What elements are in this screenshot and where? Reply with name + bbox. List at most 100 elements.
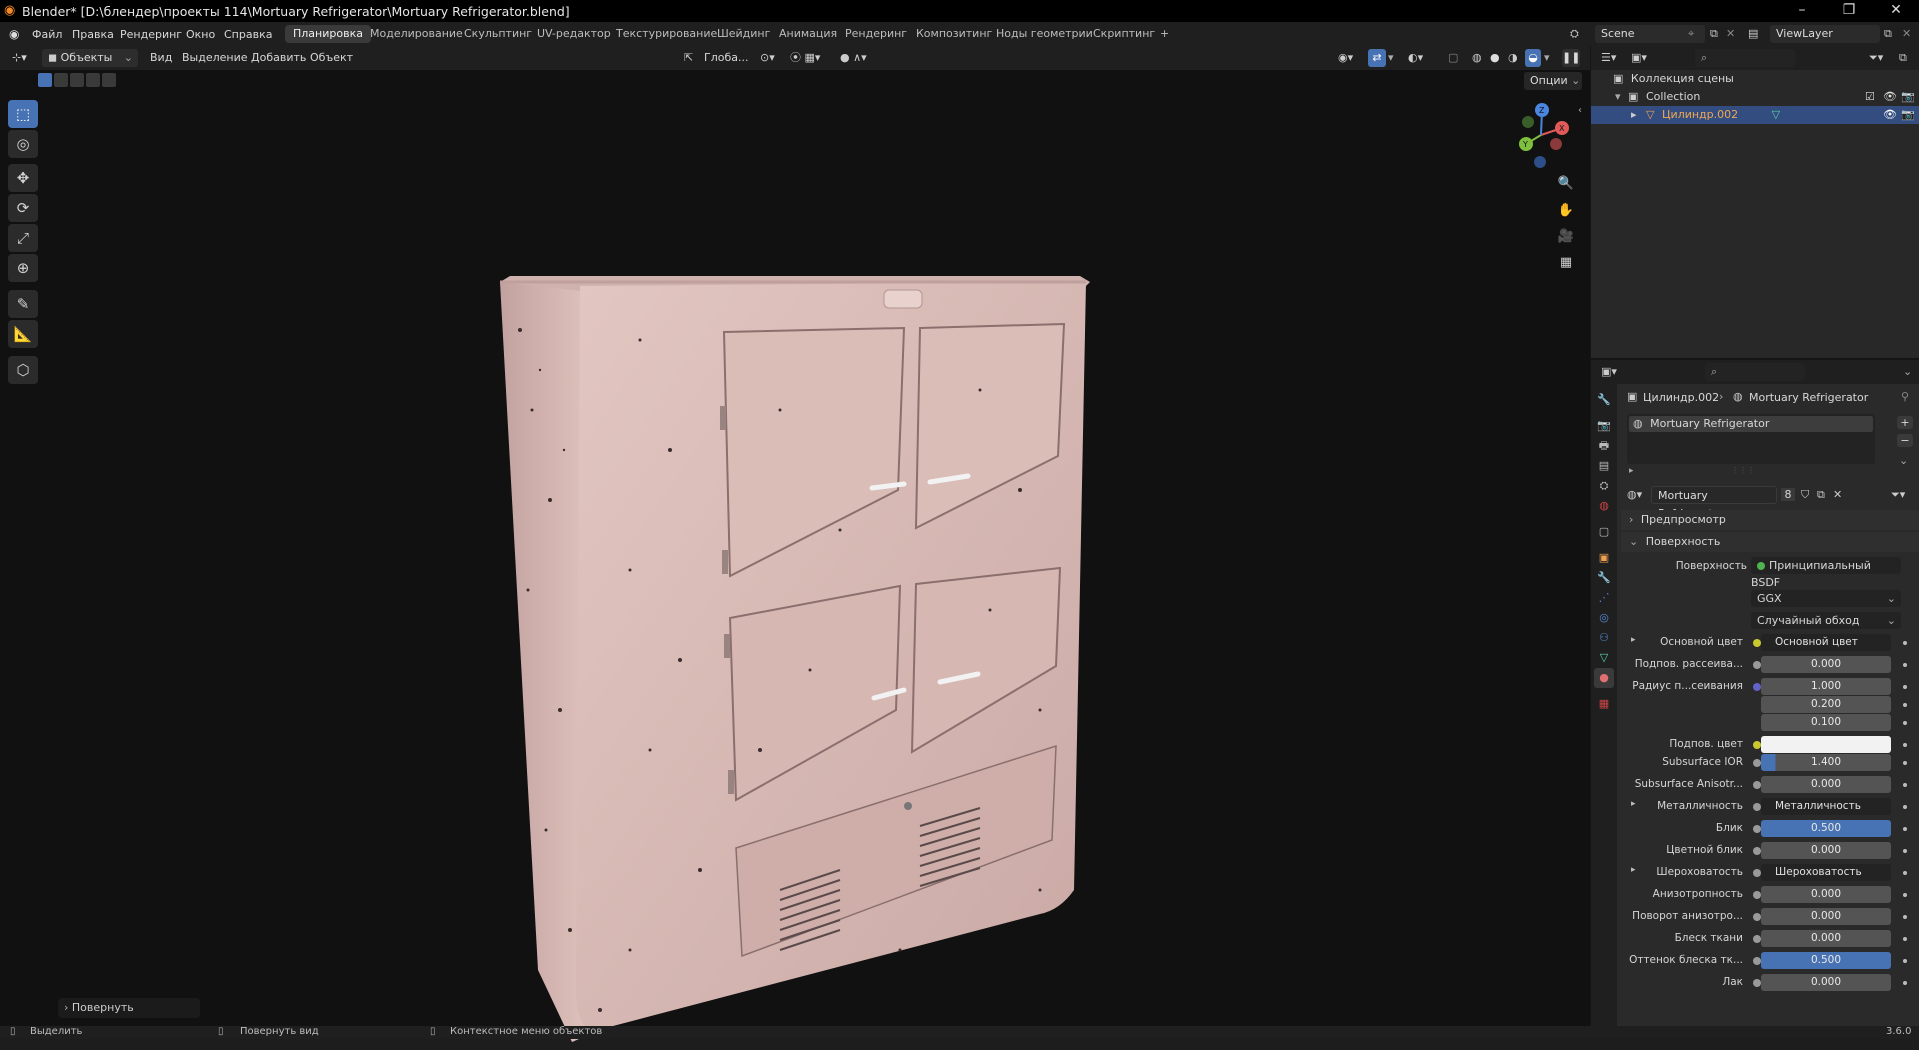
menu-object[interactable]: Объект <box>310 49 353 67</box>
tab-physics[interactable]: ◎ <box>1594 608 1614 628</box>
overlays-icon[interactable]: ◐▾ <box>1408 49 1423 67</box>
view-layer-icon[interactable]: ▤ <box>1748 27 1758 40</box>
user-count-badge[interactable]: 8 <box>1781 488 1795 501</box>
view-layer-selector[interactable]: ViewLayer <box>1770 25 1880 43</box>
rendered-shading-icon[interactable]: ◒ <box>1525 49 1541 67</box>
keyframe-dot-icon[interactable] <box>1903 805 1907 809</box>
pin-icon[interactable]: ⚲ <box>1901 390 1909 403</box>
number-field[interactable]: 0.000 <box>1761 886 1891 903</box>
input-socket-icon[interactable] <box>1753 781 1761 789</box>
gizmo-toggle-icon[interactable]: ⇄ <box>1368 49 1386 67</box>
new-collection-icon[interactable]: ⧉ <box>1899 51 1907 65</box>
keyframe-dot-icon[interactable] <box>1903 761 1907 765</box>
keyframe-dot-icon[interactable] <box>1903 827 1907 831</box>
number-field[interactable]: 0.000 <box>1761 776 1891 793</box>
material-slot-item[interactable]: ◍ Mortuary Refrigerator <box>1629 416 1873 432</box>
tab-scene[interactable]: ⛭ <box>1594 476 1614 496</box>
duplicate-material-icon[interactable]: ⧉ <box>1817 488 1825 502</box>
tab-view-layer[interactable]: ▤ <box>1594 456 1614 476</box>
distribution-dropdown[interactable]: GGX ⌄ <box>1751 590 1901 607</box>
navigation-gizmo[interactable]: X Y Z <box>1506 100 1576 170</box>
keyframe-dot-icon[interactable] <box>1903 893 1907 897</box>
outliner-editor-icon[interactable]: ☰▾ <box>1601 51 1616 64</box>
input-socket-icon[interactable] <box>1753 639 1761 647</box>
menu-select[interactable]: Выделение <box>182 49 248 67</box>
number-field[interactable]: 0.100 <box>1761 714 1891 731</box>
surface-panel-header[interactable]: ⌄ Поверхность <box>1621 532 1919 552</box>
restore-button[interactable]: ❐ <box>1829 2 1869 18</box>
material-preview-icon[interactable]: ◑ <box>1508 49 1518 67</box>
select-extend-icon[interactable] <box>54 73 68 87</box>
tab-animation[interactable]: Анимация <box>771 25 845 43</box>
editor-type-icon[interactable]: ⊹▾ <box>12 49 27 67</box>
wireframe-shading-icon[interactable]: ◍ <box>1472 49 1482 67</box>
number-field[interactable]: 0.200 <box>1761 696 1891 713</box>
rotate-tool[interactable]: ⟳ <box>8 194 38 222</box>
tab-modifiers[interactable]: 🔧 <box>1594 568 1614 588</box>
select-intersect-icon[interactable] <box>102 73 116 87</box>
filter-icon[interactable]: ⏷▾ <box>1869 51 1883 65</box>
linked-input-field[interactable]: Шероховатость <box>1761 864 1891 881</box>
xray-icon[interactable]: ▢ <box>1448 49 1458 67</box>
keyframe-dot-icon[interactable] <box>1903 849 1907 853</box>
number-field[interactable]: 0.000 <box>1761 930 1891 947</box>
material-slot-list[interactable]: ◍ Mortuary Refrigerator <box>1627 414 1875 464</box>
keyframe-dot-icon[interactable] <box>1903 721 1907 725</box>
options-dropdown[interactable]: Опции ⌄ <box>1524 72 1582 90</box>
menu-help[interactable]: Справка <box>224 28 272 41</box>
scale-tool[interactable]: ⤢ <box>8 224 38 252</box>
tab-world[interactable]: ◍ <box>1594 496 1614 516</box>
number-slider[interactable]: 0.500 <box>1761 820 1891 837</box>
color-swatch[interactable] <box>1761 736 1891 753</box>
select-box-tool[interactable]: ⬚ <box>8 100 38 128</box>
properties-editor-icon[interactable]: ▣▾ <box>1601 365 1617 378</box>
outliner-search-input[interactable]: ⌕ <box>1695 49 1795 67</box>
input-socket-icon[interactable] <box>1753 683 1761 691</box>
measure-tool[interactable]: 📐 <box>8 320 38 348</box>
slot-menu-icon[interactable]: ⌄ <box>1899 454 1908 467</box>
delete-scene-icon[interactable]: ✕ <box>1726 27 1735 40</box>
keyframe-dot-icon[interactable] <box>1903 783 1907 787</box>
input-socket-icon[interactable] <box>1753 759 1761 767</box>
fake-user-icon[interactable]: ⛉ <box>1801 488 1809 502</box>
outliner-row-scene-collection[interactable]: ▣ Коллекция сцены <box>1591 70 1919 88</box>
input-socket-icon[interactable] <box>1753 741 1761 749</box>
eye-icon[interactable]: 👁 <box>1883 106 1897 124</box>
number-field[interactable]: 0.000 <box>1761 974 1891 991</box>
number-field[interactable]: 0.000 <box>1761 656 1891 673</box>
chevron-down-icon[interactable]: ⌄ <box>1903 365 1912 378</box>
menu-edit[interactable]: Правка <box>72 28 114 41</box>
outliner-row-collection[interactable]: ▾ ▣ Collection ☑ 👁 📷 <box>1591 88 1919 106</box>
visibility-icon[interactable]: ◉▾ <box>1338 49 1353 67</box>
tab-shading[interactable]: Шейдинг <box>709 25 778 43</box>
preview-panel-header[interactable]: › Предпросмотр <box>1621 510 1919 530</box>
solid-shading-icon[interactable]: ● <box>1490 49 1500 67</box>
camera-render-icon[interactable]: 📷 <box>1901 106 1915 124</box>
select-invert-icon[interactable] <box>86 73 100 87</box>
camera-render-icon[interactable]: 📷 <box>1901 88 1915 106</box>
input-socket-icon[interactable] <box>1753 869 1761 877</box>
number-slider[interactable]: 0.500 <box>1761 952 1891 969</box>
input-socket-icon[interactable] <box>1753 935 1761 943</box>
gizmo-dropdown-icon[interactable]: ▾ <box>1388 49 1394 67</box>
material-filter-icon[interactable]: ⏷▾ <box>1891 488 1905 502</box>
transform-orientation-dropdown[interactable]: Глоба... <box>704 49 748 67</box>
material-name-field[interactable]: Mortuary Refrigerator <box>1651 486 1777 520</box>
close-button[interactable]: ✕ <box>1876 2 1916 18</box>
properties-search-input[interactable]: ⌕ <box>1705 363 1805 381</box>
linked-input-field[interactable]: Металличность <box>1761 798 1891 815</box>
menu-window[interactable]: Окно <box>186 28 215 41</box>
pivot-icon[interactable]: ⊙▾ <box>760 49 775 67</box>
tab-collection[interactable]: ▢ <box>1594 522 1614 542</box>
cursor-tool[interactable]: ◎ <box>8 130 38 158</box>
keyframe-dot-icon[interactable] <box>1903 871 1907 875</box>
linked-input-field[interactable]: Основной цвет <box>1761 634 1891 651</box>
tab-output[interactable]: 🖶 <box>1594 436 1614 456</box>
number-field[interactable]: 1.000 <box>1761 678 1891 695</box>
menu-add[interactable]: Добавить <box>251 49 306 67</box>
new-view-layer-icon[interactable]: ⧉ <box>1884 27 1892 41</box>
proportional-edit-icon[interactable]: ● ∧▾ <box>840 49 867 67</box>
unlink-material-icon[interactable]: ✕ <box>1833 488 1842 501</box>
add-workspace-button[interactable]: + <box>1152 25 1177 43</box>
tab-render[interactable]: 📷 <box>1594 416 1614 436</box>
